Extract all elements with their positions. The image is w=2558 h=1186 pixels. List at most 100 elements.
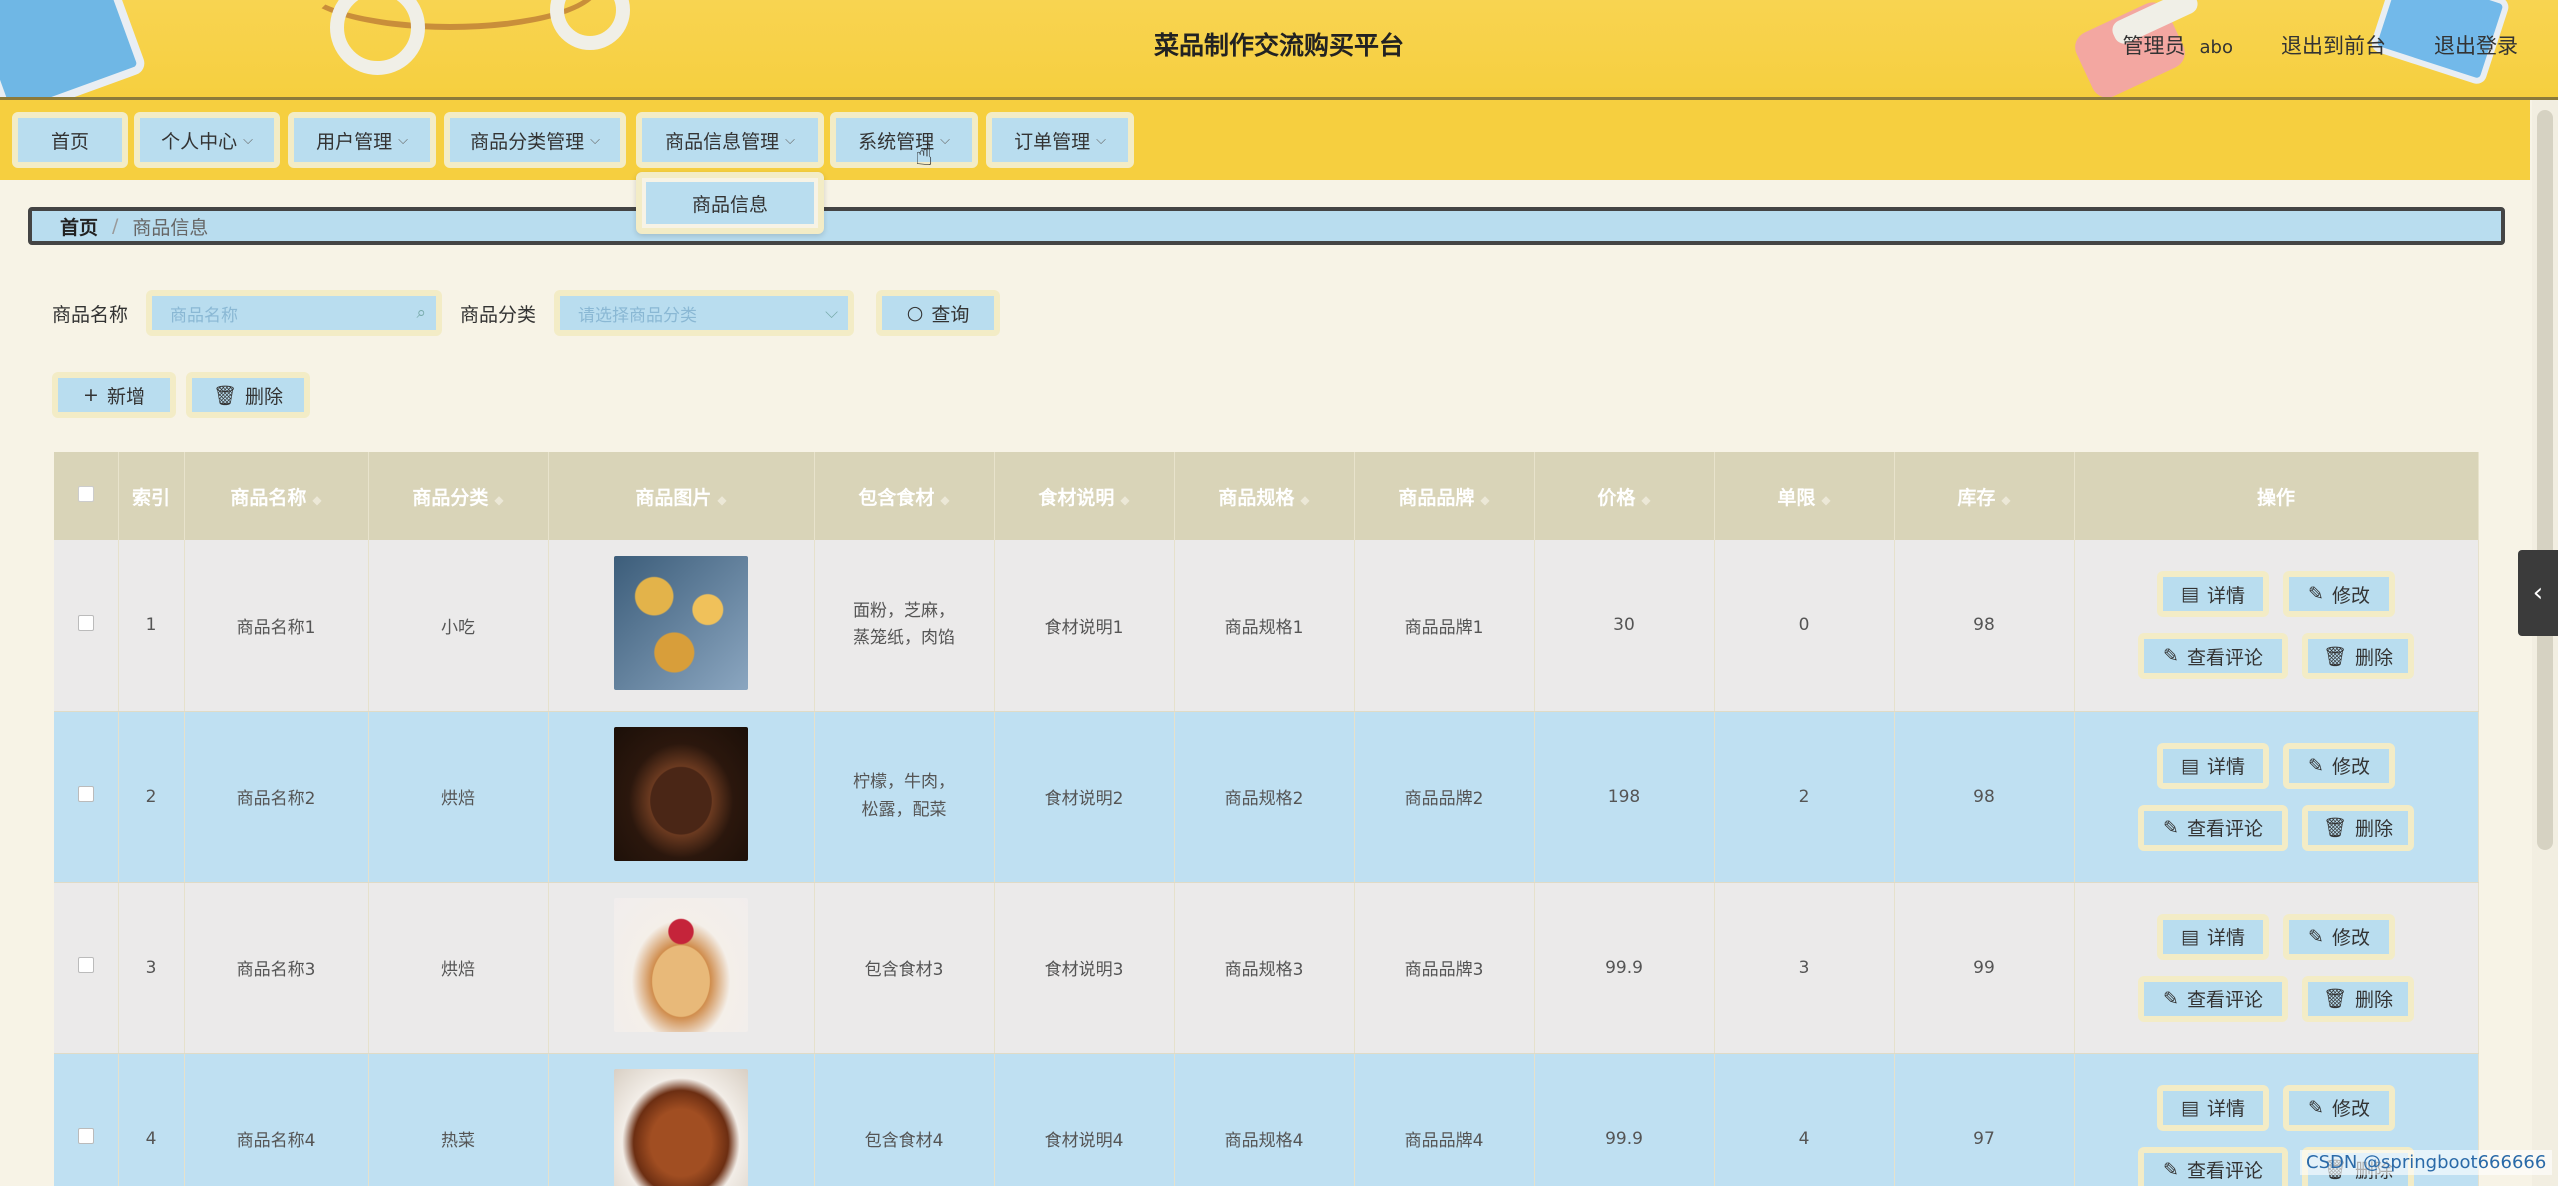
add-button[interactable]: + 新增: [52, 372, 176, 418]
breadcrumb-home[interactable]: 首页: [60, 213, 98, 240]
sort-icon[interactable]: ◆: [2001, 493, 2010, 507]
food-image[interactable]: [614, 1069, 748, 1186]
row-checkbox[interactable]: [77, 957, 94, 973]
category-select[interactable]: 请选择商品分类 ⌵: [554, 290, 855, 336]
sort-icon[interactable]: ◆: [1120, 493, 1129, 507]
header-label: 食材说明: [1038, 486, 1115, 509]
sort-icon[interactable]: ◆: [1641, 493, 1650, 507]
cell-price: 99.9: [1534, 882, 1715, 1054]
page-scrollbar[interactable]: [2532, 100, 2558, 1186]
row-checkbox[interactable]: [77, 1128, 94, 1144]
cell-price: 198: [1534, 711, 1715, 883]
food-image[interactable]: [614, 727, 748, 861]
delete-button[interactable]: 🗑 删除: [2302, 804, 2414, 851]
detail-button[interactable]: ▤ 详情: [2157, 1084, 2269, 1131]
logout-link[interactable]: 退出登录: [2434, 30, 2518, 60]
scrollbar-thumb[interactable]: [2537, 110, 2553, 850]
batch-delete-label: 删除: [245, 385, 284, 408]
cell-name: 商品名称1: [184, 540, 369, 712]
cell-ingredient-desc: 食材说明2: [994, 711, 1175, 883]
sort-icon[interactable]: ◆: [1821, 493, 1830, 507]
header-image[interactable]: 商品图片 ◆: [548, 452, 815, 540]
breadcrumb-current: 商品信息: [132, 216, 209, 239]
sort-icon[interactable]: ◆: [1300, 493, 1309, 507]
action-bar: + 新增 🗑 删除: [52, 372, 310, 418]
nav-home[interactable]: 首页: [12, 112, 128, 168]
edit-button[interactable]: ✎ 修改: [2283, 571, 2395, 618]
delete-button[interactable]: 🗑 删除: [2302, 633, 2414, 680]
view-comments-button[interactable]: ✎ 查看评论: [2138, 633, 2288, 680]
nav-label: 商品信息管理: [665, 130, 780, 153]
sort-icon[interactable]: ◆: [1480, 493, 1489, 507]
detail-button[interactable]: ▤ 详情: [2157, 913, 2269, 960]
cell-spec: 商品规格3: [1174, 882, 1355, 1054]
detail-button[interactable]: ▤ 详情: [2157, 742, 2269, 789]
cell-price: 30: [1534, 540, 1715, 712]
header-stock[interactable]: 库存 ◆: [1894, 452, 2075, 540]
header-category[interactable]: 商品分类 ◆: [368, 452, 549, 540]
view-comments-button[interactable]: ✎ 查看评论: [2138, 1146, 2288, 1186]
pencil-icon: ✎: [2163, 816, 2179, 839]
row-checkbox-cell: [54, 1053, 119, 1186]
side-panel-toggle[interactable]: ‹: [2518, 550, 2558, 636]
chevron-down-icon: ⌵: [398, 132, 408, 148]
delete-button[interactable]: 🗑 删除: [2302, 975, 2414, 1022]
edit-button[interactable]: ✎ 修改: [2283, 742, 2395, 789]
trash-icon: 🗑: [2322, 817, 2348, 839]
row-checkbox[interactable]: [77, 614, 94, 631]
row-actions-line: ▤ 详情 ✎ 修改: [2157, 571, 2395, 618]
sort-icon[interactable]: ◆: [312, 493, 321, 507]
product-name-input[interactable]: 商品名称 ⌕: [146, 290, 443, 336]
dropdown-item-product-info[interactable]: 商品信息: [646, 182, 814, 224]
edit-button[interactable]: ✎ 修改: [2283, 913, 2395, 960]
current-user: 管理员 abo: [2123, 30, 2233, 60]
table-row: 2 商品名称2 烘焙 柠檬，牛肉，松露，配菜 食材说明2 商品规格2 商品品牌2…: [54, 711, 2479, 883]
nav-product-management[interactable]: 商品信息管理 ⌵: [636, 112, 824, 168]
cell-price: 99.9: [1534, 1053, 1715, 1186]
view-comments-button[interactable]: ✎ 查看评论: [2138, 975, 2288, 1022]
food-image[interactable]: [614, 555, 748, 690]
edit-button[interactable]: ✎ 修改: [2283, 1084, 2395, 1131]
row-actions: ▤ 详情 ✎ 修改 ✎ 查看评论 🗑 删除: [2075, 742, 2478, 851]
header-price[interactable]: 价格 ◆: [1534, 452, 1715, 540]
sort-icon[interactable]: ◆: [940, 493, 949, 507]
header-brand[interactable]: 商品品牌 ◆: [1354, 452, 1535, 540]
row-checkbox-cell: [54, 882, 119, 1054]
select-all-checkbox[interactable]: [77, 486, 94, 502]
view-comments-button[interactable]: ✎ 查看评论: [2138, 804, 2288, 851]
back-to-front-link[interactable]: 退出到前台: [2281, 30, 2386, 60]
search-bar: 商品名称 商品名称 ⌕ 商品分类 请选择商品分类 ⌵ ○ 查询: [52, 290, 1001, 336]
query-button[interactable]: ○ 查询: [876, 290, 1001, 336]
detail-button[interactable]: ▤ 详情: [2157, 571, 2269, 618]
row-checkbox[interactable]: [77, 786, 94, 802]
query-button-label: 查询: [931, 303, 970, 326]
edit-label: 修改: [2331, 1098, 2370, 1120]
header-name[interactable]: 商品名称 ◆: [184, 452, 369, 540]
sort-icon[interactable]: ◆: [717, 493, 726, 507]
cell-brand: 商品品牌1: [1354, 540, 1535, 712]
header-label: 单限: [1777, 486, 1816, 509]
row-actions-line: ✎ 查看评论 🗑 删除: [2138, 804, 2414, 851]
trash-icon: 🗑: [2322, 988, 2348, 1010]
food-image[interactable]: [614, 898, 748, 1032]
header-spec[interactable]: 商品规格 ◆: [1174, 452, 1355, 540]
nav-personal-center[interactable]: 个人中心 ⌵: [134, 112, 280, 168]
product-name-placeholder: 商品名称: [170, 305, 239, 326]
nav-system-management[interactable]: 系统管理 ⌵: [830, 112, 978, 168]
cell-brand: 商品品牌3: [1354, 882, 1535, 1054]
sort-icon[interactable]: ◆: [494, 493, 503, 507]
comments-label: 查看评论: [2186, 1160, 2263, 1182]
batch-delete-button[interactable]: 🗑 删除: [186, 372, 310, 418]
cell-image: [548, 882, 815, 1054]
user-name: abo: [2199, 37, 2233, 58]
nav-user-management[interactable]: 用户管理 ⌵: [288, 112, 436, 168]
table-row: 1 商品名称1 小吃 面粉，芝麻，蒸笼纸，肉馅 食材说明1 商品规格1 商品品牌…: [54, 540, 2479, 712]
pencil-icon: ✎: [2163, 987, 2179, 1010]
header-ingredients[interactable]: 包含食材 ◆: [814, 452, 995, 540]
nav-category-management[interactable]: 商品分类管理 ⌵: [444, 112, 626, 168]
cell-brand: 商品品牌4: [1354, 1053, 1535, 1186]
header-limit[interactable]: 单限 ◆: [1714, 452, 1895, 540]
header-ingredient-desc[interactable]: 食材说明 ◆: [994, 452, 1175, 540]
nav-order-management[interactable]: 订单管理 ⌵: [986, 112, 1134, 168]
chevron-down-icon: ⌵: [940, 132, 950, 148]
